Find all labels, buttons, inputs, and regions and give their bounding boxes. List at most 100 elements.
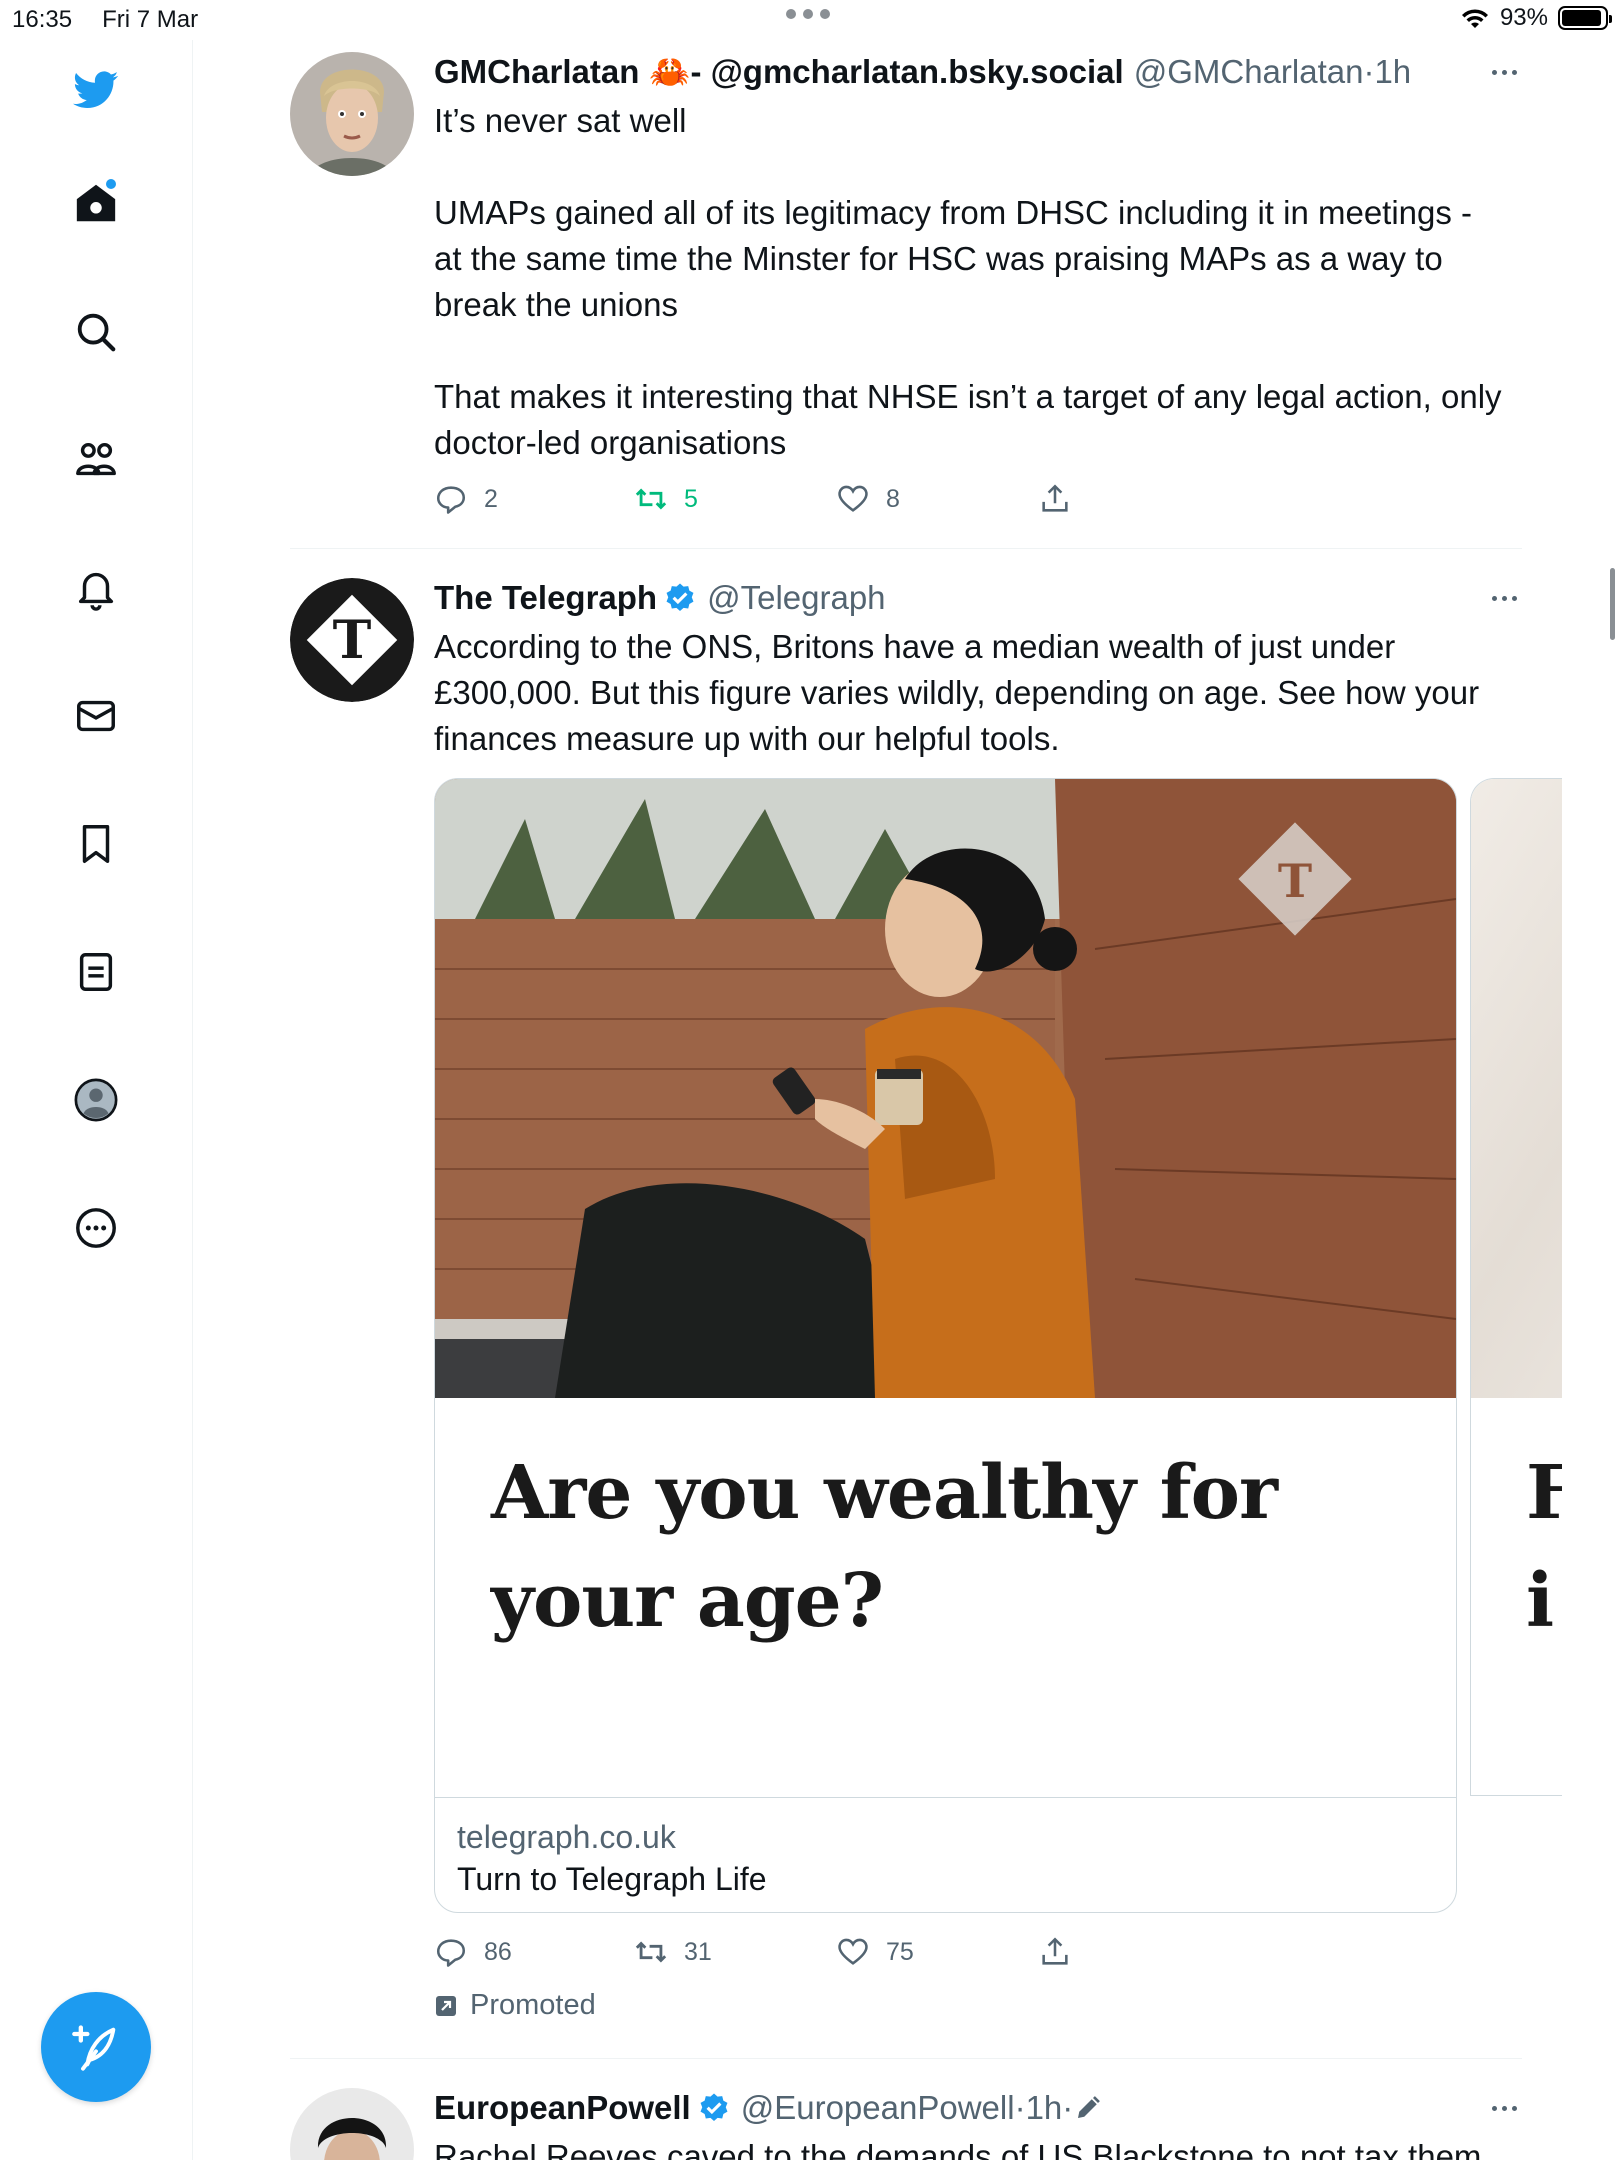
tweet-header: EuropeanPowell @EuropeanPowell · 1h · xyxy=(434,2088,1504,2128)
people-icon[interactable] xyxy=(70,434,122,486)
status-bar: 16:35 Fri 7 Mar 93% xyxy=(0,0,1620,40)
bird-icon[interactable] xyxy=(70,64,122,116)
more-options-icon[interactable] xyxy=(1486,588,1522,608)
search-icon[interactable] xyxy=(70,306,122,358)
retweet-count: 31 xyxy=(684,1937,712,1966)
bookmark-icon[interactable] xyxy=(70,818,122,870)
wifi-icon xyxy=(1461,9,1488,28)
avatar[interactable]: T xyxy=(290,578,414,702)
retweet-icon xyxy=(635,488,667,510)
next-card-image xyxy=(1471,779,1562,1398)
tweet-text: According to the ONS, Britons have a med… xyxy=(434,628,1489,757)
tweet-header: GMCharlatan 🦀 - @gmcharlatan.bsky.social… xyxy=(434,52,1504,92)
tweet-body: EuropeanPowell @EuropeanPowell · 1h · Ra… xyxy=(434,2088,1504,2160)
timestamp[interactable]: 1h xyxy=(1374,52,1411,92)
reply-icon xyxy=(436,486,466,514)
promoted-arrow-icon xyxy=(436,1995,456,2016)
reply-button[interactable]: 2 xyxy=(434,482,634,516)
like-count: 75 xyxy=(886,1937,914,1966)
status-left: 16:35 Fri 7 Mar xyxy=(12,6,198,34)
battery-icon xyxy=(1558,6,1612,30)
tweet[interactable]: EuropeanPowell @EuropeanPowell · 1h · Ra… xyxy=(290,2088,1522,2160)
share-icon xyxy=(1042,1937,1068,1965)
svg-text:T: T xyxy=(1278,854,1312,908)
status-time: 16:35 xyxy=(12,6,73,33)
retweet-icon xyxy=(635,1941,667,1963)
notification-dot xyxy=(106,179,116,189)
tweet-text: Rachel Reeves caved to the demands of US… xyxy=(434,2138,1482,2160)
tweet-header: The Telegraph @Telegraph xyxy=(434,578,1504,618)
next-card[interactable]: F i xyxy=(1470,778,1562,1796)
card-carousel[interactable]: T Are you wealthy for your age? telegrap… xyxy=(434,778,1562,1913)
avatar[interactable] xyxy=(290,2088,414,2160)
separator: · xyxy=(1014,2089,1026,2126)
multitasking-dots-icon[interactable] xyxy=(786,9,830,19)
avatar[interactable] xyxy=(290,52,414,176)
author-handle[interactable]: @Telegraph xyxy=(707,578,885,618)
share-button[interactable] xyxy=(1038,1935,1072,1969)
tweet-actions: 86 31 75 xyxy=(434,1935,1072,1969)
card-headline-line: Are you wealthy for xyxy=(491,1450,1278,1536)
more-circle-icon[interactable] xyxy=(70,1202,122,1254)
verified-badge-icon xyxy=(666,583,694,612)
status-date: Fri 7 Mar xyxy=(102,6,199,33)
battery-percent: 93% xyxy=(1499,4,1548,31)
share-icon xyxy=(1042,484,1068,512)
reply-count: 2 xyxy=(484,484,498,513)
reply-button[interactable]: 86 xyxy=(434,1935,634,1969)
author-name[interactable]: GMCharlatan xyxy=(434,52,639,92)
reply-count: 86 xyxy=(484,1937,512,1966)
promoted-text: Promoted xyxy=(470,1989,596,2021)
tweet-text: It’s never sat well UMAPs gained all of … xyxy=(434,102,1502,461)
tweet-body: GMCharlatan 🦀 - @gmcharlatan.bsky.social… xyxy=(434,52,1504,466)
like-count: 8 xyxy=(886,484,900,513)
like-button[interactable]: 8 xyxy=(836,482,1038,516)
list-icon[interactable] xyxy=(70,946,122,998)
next-card-headline-line: i xyxy=(1526,1558,1555,1644)
more-options-icon[interactable] xyxy=(1486,2098,1522,2118)
compose-button[interactable] xyxy=(41,1992,151,2102)
author-handle[interactable]: @EuropeanPowell xyxy=(741,2088,1015,2128)
card-domain: telegraph.co.uk xyxy=(457,1819,676,1855)
next-card-headline-line: F xyxy=(1526,1439,1562,1547)
heart-icon xyxy=(838,1938,868,1965)
scroll-indicator[interactable] xyxy=(1610,568,1615,640)
divider xyxy=(290,548,1522,549)
retweet-button[interactable]: 5 xyxy=(634,482,836,516)
bell-icon[interactable] xyxy=(70,562,122,614)
retweet-button[interactable]: 31 xyxy=(634,1935,836,1969)
promoted-label: Promoted xyxy=(434,1989,596,2022)
card-subtitle: Turn to Telegraph Life xyxy=(457,1861,767,1897)
retweet-count: 5 xyxy=(684,484,698,513)
verified-badge-icon xyxy=(700,2093,728,2122)
pencil-icon xyxy=(1078,2096,1101,2118)
author-name[interactable]: EuropeanPowell xyxy=(434,2088,691,2128)
timestamp[interactable]: 1h xyxy=(1026,2088,1063,2128)
next-card-headline: F i xyxy=(1526,1439,1562,1655)
tweet[interactable]: T The Telegraph @Telegraph According to … xyxy=(290,578,1562,2038)
tweet[interactable]: GMCharlatan 🦀 - @gmcharlatan.bsky.social… xyxy=(290,52,1522,522)
like-button[interactable]: 75 xyxy=(836,1935,1038,1969)
avatar-icon[interactable] xyxy=(70,1074,122,1126)
feather-plus-icon xyxy=(72,2025,116,2071)
author-name[interactable]: The Telegraph xyxy=(434,578,657,618)
link-card[interactable]: T Are you wealthy for your age? telegrap… xyxy=(434,778,1457,1913)
author-handle[interactable]: @GMCharlatan xyxy=(1134,52,1364,92)
home-icon[interactable] xyxy=(70,177,122,229)
tweet-body: The Telegraph @Telegraph According to th… xyxy=(434,578,1504,762)
share-button[interactable] xyxy=(1038,482,1072,516)
sidebar xyxy=(0,40,193,2160)
reply-icon xyxy=(436,1939,466,1967)
separator: · xyxy=(1363,53,1375,90)
separator: · xyxy=(1062,2089,1074,2126)
status-right: 93% xyxy=(1460,4,1612,32)
divider xyxy=(290,2058,1522,2059)
envelope-icon[interactable] xyxy=(70,690,122,742)
more-options-icon[interactable] xyxy=(1486,62,1522,82)
card-headline-line: your age? xyxy=(491,1558,884,1644)
card-image: T xyxy=(435,779,1456,1398)
author-name-suffix: - @gmcharlatan.bsky.social xyxy=(690,53,1124,90)
svg-text:T: T xyxy=(333,610,372,671)
card-headline: Are you wealthy for your age? xyxy=(491,1439,1391,1655)
heart-icon xyxy=(838,485,868,512)
